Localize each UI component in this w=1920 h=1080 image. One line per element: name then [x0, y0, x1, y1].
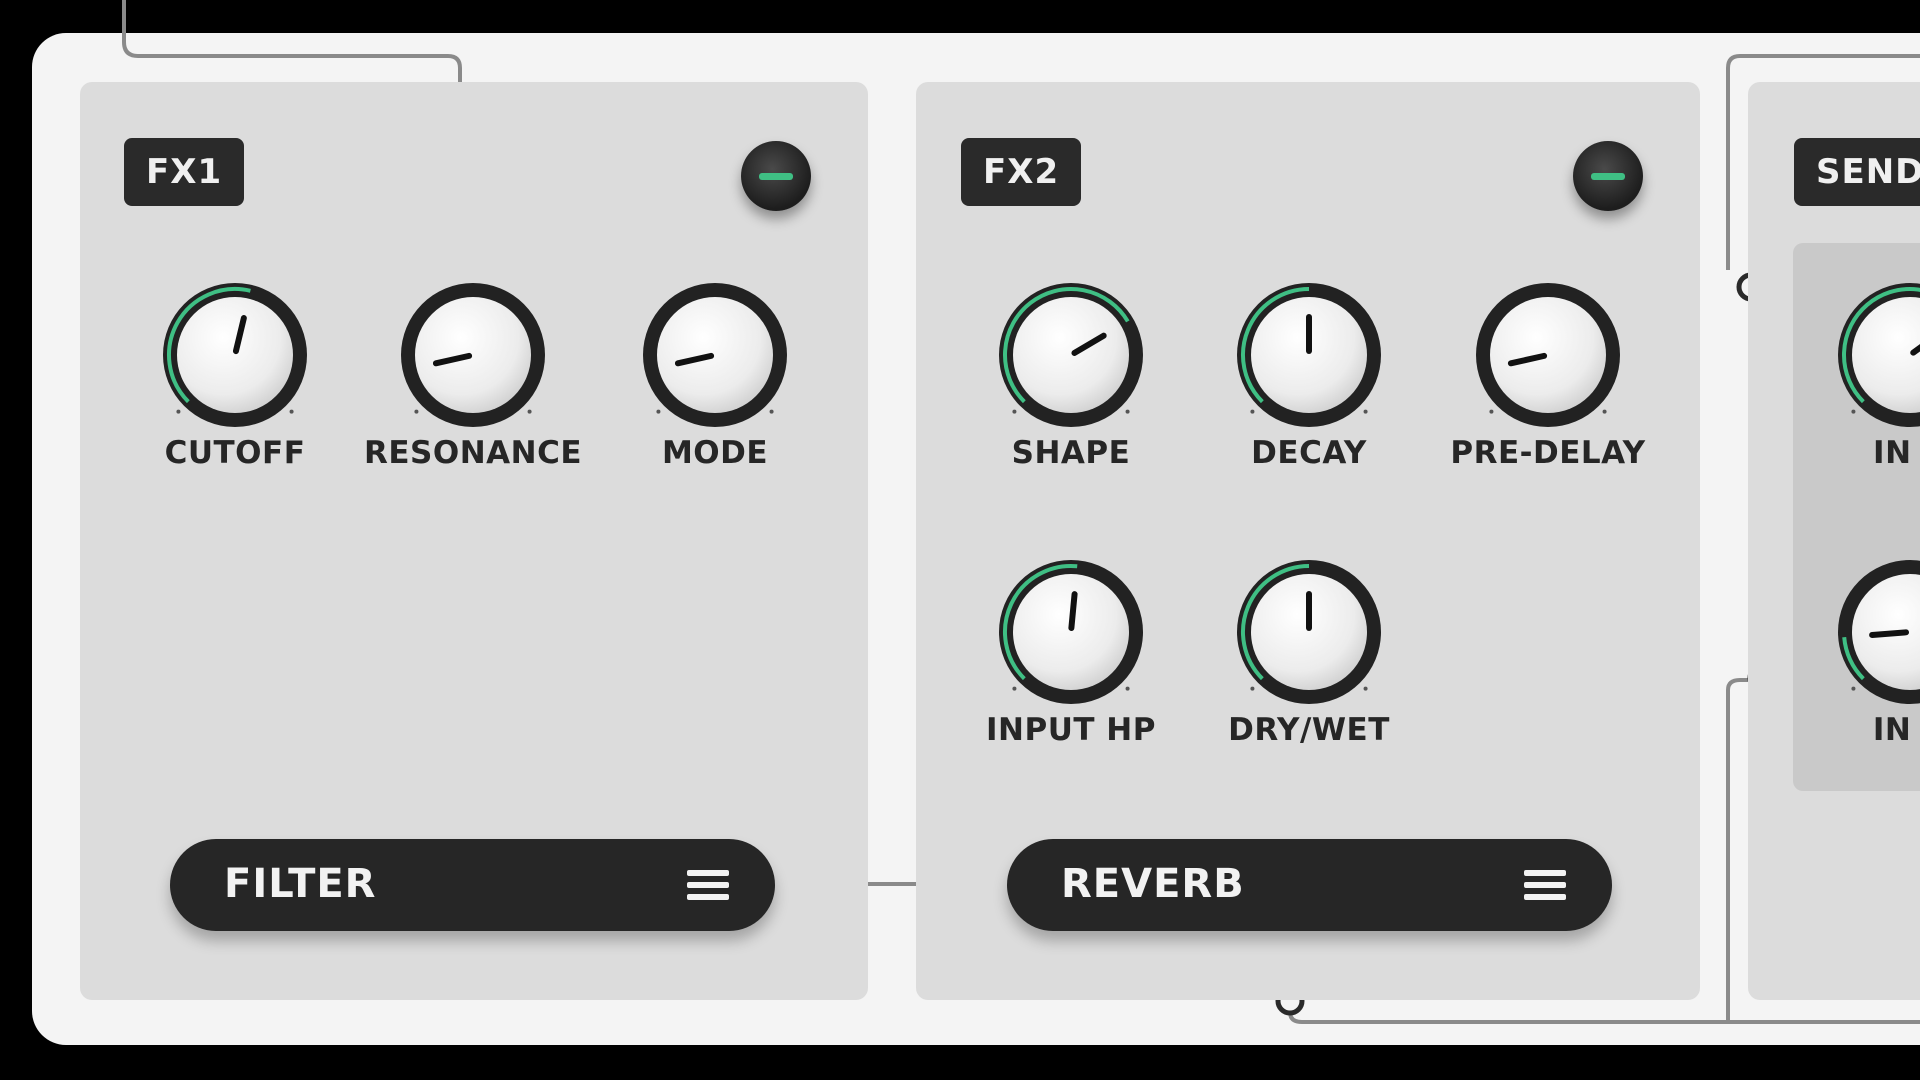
knob-graphic	[1237, 283, 1381, 427]
fx2-knob-decay[interactable]: DECAY	[1224, 270, 1394, 471]
knob-graphic	[999, 283, 1143, 427]
knob-graphic	[1838, 560, 1920, 704]
fx1-module-selector[interactable]: FILTER	[170, 839, 775, 931]
knob-pointer	[1068, 591, 1078, 632]
send-knob-in-a[interactable]: IN A	[1825, 547, 1920, 748]
fx2-power-toggle[interactable]	[1573, 141, 1643, 211]
hamburger-menu-icon[interactable]	[687, 870, 729, 900]
knob-graphic	[999, 560, 1143, 704]
knob-graphic	[643, 283, 787, 427]
knob-graphic	[401, 283, 545, 427]
knob-label: DRY/WET	[1228, 712, 1390, 748]
send-knob-in-b[interactable]: IN B	[1825, 270, 1920, 471]
knob-graphic	[1838, 283, 1920, 427]
fx2-knob-input-hp[interactable]: INPUT HP	[986, 547, 1156, 748]
knob-graphic	[1237, 560, 1381, 704]
fx2-tag: FX2	[961, 138, 1082, 206]
knob-graphic	[163, 283, 307, 427]
fx1-knob-cutoff[interactable]: CUTOFF	[150, 270, 320, 471]
hamburger-menu-icon[interactable]	[1524, 870, 1566, 900]
fx1-knob-resonance[interactable]: RESONANCE	[364, 270, 582, 471]
fx2-module-name: REVERB	[1061, 861, 1245, 907]
knob-pointer	[1869, 629, 1910, 638]
knob-label: IN B	[1873, 435, 1920, 471]
fx2-knob-pre-delay[interactable]: PRE-DELAY	[1450, 270, 1645, 471]
fx1-power-toggle[interactable]	[741, 141, 811, 211]
fx2-knob-shape[interactable]: SHAPE	[986, 270, 1156, 471]
knob-label: MODE	[661, 435, 769, 471]
fx2-module-selector[interactable]: REVERB	[1007, 839, 1612, 931]
send-tag: SEND	[1794, 138, 1920, 206]
knob-graphic	[1476, 283, 1620, 427]
fx2-knob-dry-wet[interactable]: DRY/WET	[1224, 547, 1394, 748]
knob-label: PRE-DELAY	[1450, 435, 1646, 471]
knob-label: IN A	[1872, 712, 1920, 748]
fx1-module-name: FILTER	[224, 861, 377, 907]
fx1-knob-mode[interactable]: MODE	[630, 270, 800, 471]
fx1-tag: FX1	[124, 138, 245, 206]
